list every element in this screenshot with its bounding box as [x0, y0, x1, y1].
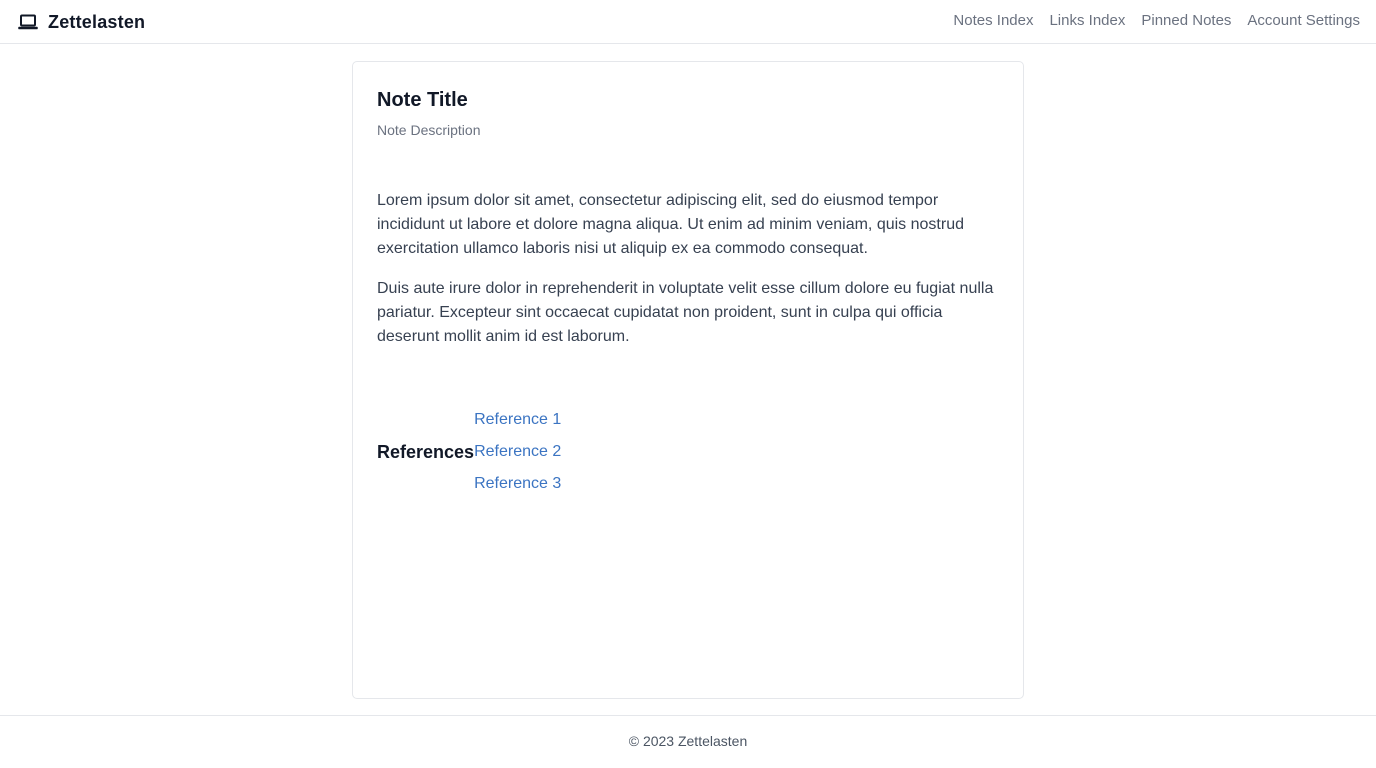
note-card: Note Title Note Description Lorem ipsum … [352, 61, 1024, 699]
reference-item: Reference 1 [474, 404, 561, 436]
nav-link-account-settings[interactable]: Account Settings [1247, 12, 1360, 29]
references-list: Reference 1 Reference 2 Reference 3 [474, 404, 561, 500]
brand-name: Zettelasten [48, 11, 146, 32]
nav-link-notes-index[interactable]: Notes Index [953, 12, 1033, 29]
nav-link-links-index[interactable]: Links Index [1049, 12, 1125, 29]
references-section: References Reference 1 Reference 2 Refer… [377, 404, 561, 500]
brand-link[interactable]: Zettelasten [18, 9, 145, 35]
copyright-text: © 2023 Zettelasten [628, 733, 748, 749]
note-description: Note Description [377, 122, 481, 138]
note-title: Note Title [377, 89, 468, 111]
reference-link-2[interactable]: Reference 2 [474, 443, 561, 460]
top-navbar: Zettelasten Notes Index Links Index Pinn… [0, 0, 1376, 44]
page-footer: © 2023 Zettelasten [0, 715, 1376, 768]
nav-link-pinned-notes[interactable]: Pinned Notes [1141, 12, 1231, 29]
note-paragraph: Duis aute irure dolor in reprehenderit i… [377, 280, 994, 345]
reference-item: Reference 2 [474, 436, 561, 468]
references-heading: References [377, 441, 475, 462]
note-paragraph: Lorem ipsum dolor sit amet, consectetur … [377, 192, 964, 257]
reference-link-1[interactable]: Reference 1 [474, 411, 561, 428]
note-body: Lorem ipsum dolor sit amet, consectetur … [377, 189, 1002, 365]
reference-item: Reference 3 [474, 468, 561, 500]
main-nav: Notes Index Links Index Pinned Notes Acc… [953, 12, 1360, 29]
laptop-icon [18, 14, 38, 30]
reference-link-3[interactable]: Reference 3 [474, 475, 561, 492]
